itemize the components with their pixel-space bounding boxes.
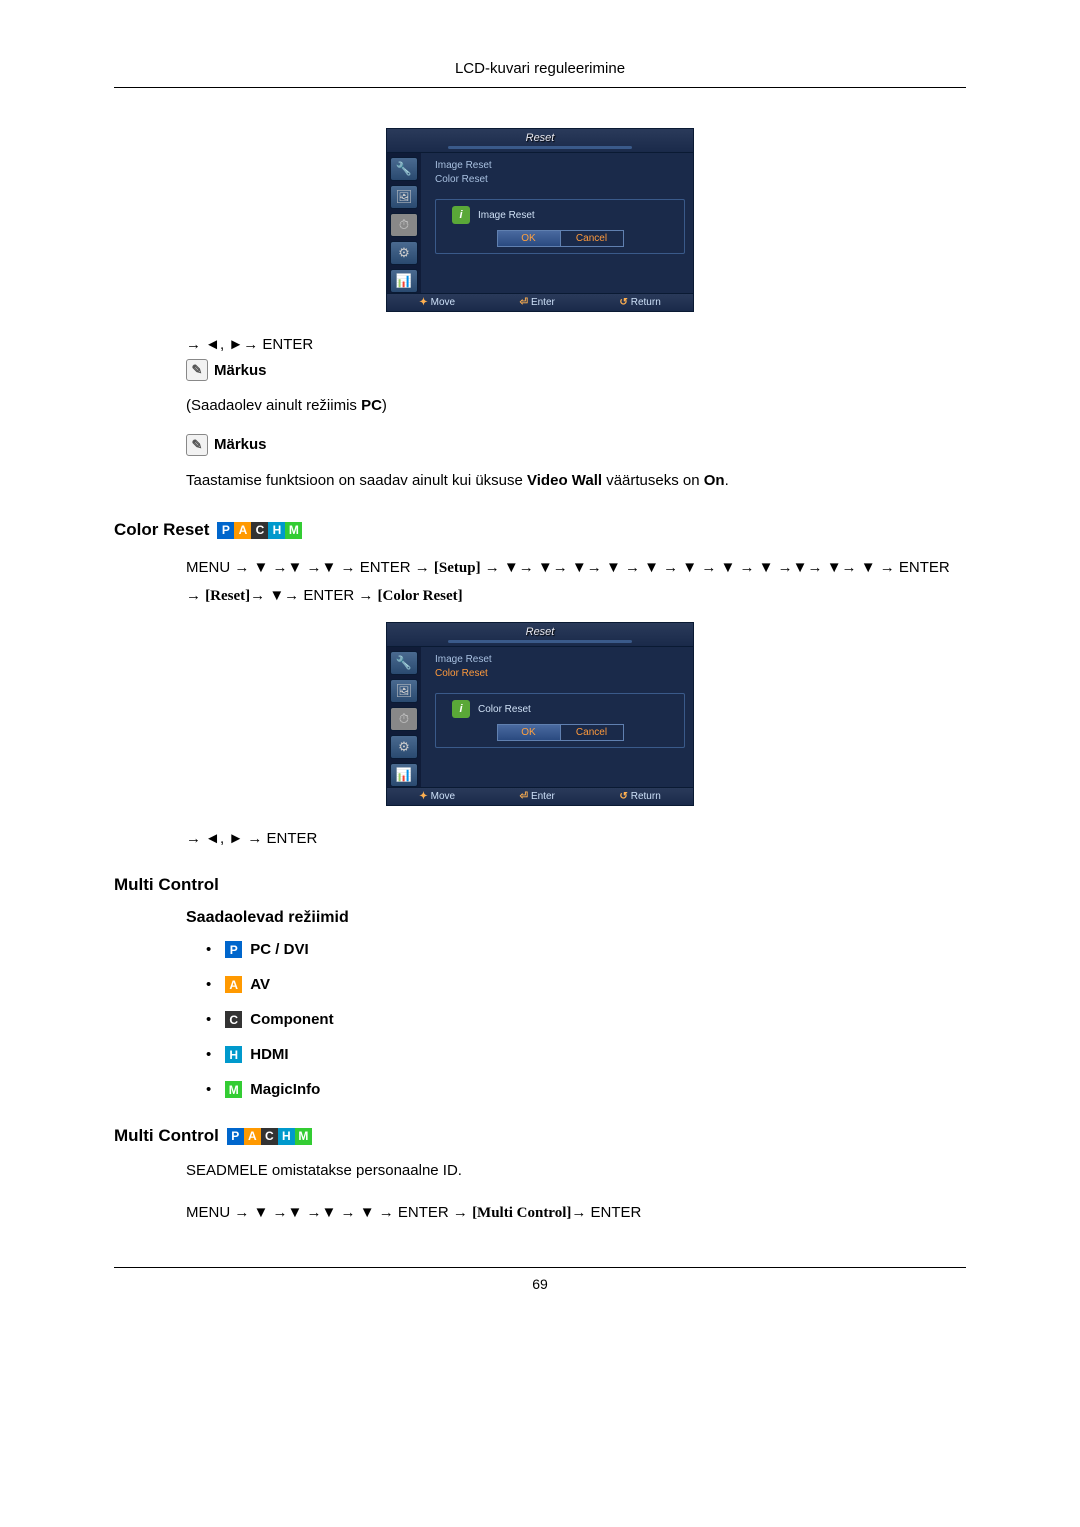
osd-footer: ✦Move ⏎Enter ↺Return xyxy=(387,293,693,311)
section-heading-color-reset: Color Reset P A C H M xyxy=(114,520,966,540)
osd-cancel-button: Cancel xyxy=(561,230,624,247)
osd-icon-input: 🔧 xyxy=(390,651,418,675)
osd-cancel-button: Cancel xyxy=(561,724,624,741)
footer-rule xyxy=(114,1267,966,1268)
osd-dialog: i Image Reset OK Cancel xyxy=(435,199,685,254)
badge-p-icon: P xyxy=(225,941,242,958)
note-icon: ✎ xyxy=(186,434,208,456)
section-heading-multi-control-2: Multi Control P A C H M xyxy=(114,1126,966,1146)
osd-sidebar: 🔧 🖼 ⏱ ⚙ 📊 xyxy=(387,153,421,293)
note-row: ✎ Märkus xyxy=(186,434,966,456)
badge-p-icon: P xyxy=(227,1128,244,1145)
osd-ok-button: OK xyxy=(497,230,561,247)
osd-dialog-label: Image Reset xyxy=(478,210,535,221)
page-header-title: LCD-kuvari reguleerimine xyxy=(114,60,966,87)
badge-p-icon: P xyxy=(217,522,234,539)
osd-footer: ✦Move ⏎Enter ↺Return xyxy=(387,787,693,805)
badge-c-icon: C xyxy=(251,522,268,539)
osd-icon-picture: 🖼 xyxy=(390,185,418,209)
mode-item-magicinfo: MMagicInfo xyxy=(206,1081,966,1098)
badge-m-icon: M xyxy=(225,1081,242,1098)
osd-screenshot-reset-image: Reset 🔧 🖼 ⏱ ⚙ 📊 Image Reset Color Reset … xyxy=(386,128,694,312)
mode-item-av: AAV xyxy=(206,976,966,993)
osd-icon-multi: 📊 xyxy=(390,763,418,787)
badge-h-icon: H xyxy=(225,1046,242,1063)
mode-badges: P A C H M xyxy=(217,522,302,539)
mode-item-pc: PPC / DVI xyxy=(206,941,966,958)
page-number: 69 xyxy=(114,1276,966,1292)
paragraph: (Saadaolev ainult režiimis PC) xyxy=(186,395,966,418)
mode-badges: P A C H M xyxy=(227,1128,312,1145)
badge-c-icon: C xyxy=(225,1011,242,1028)
osd-icon-setup: ⚙ xyxy=(390,735,418,759)
osd-menu-item: Color Reset xyxy=(435,173,685,187)
osd-title: Reset xyxy=(387,623,693,647)
osd-ok-button: OK xyxy=(497,724,561,741)
osd-menu-item: Image Reset xyxy=(435,653,685,667)
osd-menu-item-selected: Color Reset xyxy=(435,667,685,681)
badge-h-icon: H xyxy=(268,522,285,539)
section-heading-multi-control: Multi Control xyxy=(114,875,966,895)
page: LCD-kuvari reguleerimine Reset 🔧 🖼 ⏱ ⚙ 📊… xyxy=(0,0,1080,1342)
header-rule xyxy=(114,87,966,88)
paragraph: Taastamise funktsioon on saadav ainult k… xyxy=(186,470,966,493)
modes-list: PPC / DVI AAV CComponent HHDMI MMagicInf… xyxy=(206,941,966,1098)
osd-dialog: i Color Reset OK Cancel xyxy=(435,693,685,748)
osd-icon-sound: ⏱ xyxy=(390,213,418,237)
note-icon: ✎ xyxy=(186,359,208,381)
badge-c-icon: C xyxy=(261,1128,278,1145)
mode-item-hdmi: HHDMI xyxy=(206,1046,966,1063)
nav-instruction: → ◄, ►→ ENTER xyxy=(186,336,966,353)
nav-instruction: → ◄, ► → ENTER xyxy=(186,830,966,847)
osd-dialog-label: Color Reset xyxy=(478,704,531,715)
osd-title: Reset xyxy=(387,129,693,153)
osd-icon-input: 🔧 xyxy=(390,157,418,181)
info-icon: i xyxy=(452,206,470,224)
mode-item-component: CComponent xyxy=(206,1011,966,1028)
note-label: Märkus xyxy=(214,362,267,379)
badge-a-icon: A xyxy=(225,976,242,993)
paragraph: SEADMELE omistatakse personaalne ID. xyxy=(186,1160,966,1183)
osd-screenshot-reset-color: Reset 🔧 🖼 ⏱ ⚙ 📊 Image Reset Color Reset … xyxy=(386,622,694,806)
badge-m-icon: M xyxy=(295,1128,312,1145)
osd-icon-multi: 📊 xyxy=(390,269,418,293)
osd-icon-setup: ⚙ xyxy=(390,241,418,265)
note-label: Märkus xyxy=(214,436,267,453)
menu-path: MENU → ▼ →▼ →▼ → ▼ → ENTER → [Multi Cont… xyxy=(186,1199,966,1227)
osd-menu-item: Image Reset xyxy=(435,159,685,173)
badge-h-icon: H xyxy=(278,1128,295,1145)
badge-a-icon: A xyxy=(244,1128,261,1145)
subheading-modes: Saadaolevad režiimid xyxy=(186,909,966,927)
badge-a-icon: A xyxy=(234,522,251,539)
badge-m-icon: M xyxy=(285,522,302,539)
info-icon: i xyxy=(452,700,470,718)
osd-icon-sound: ⏱ xyxy=(390,707,418,731)
note-row: ✎ Märkus xyxy=(186,359,966,381)
menu-path: MENU → ▼ →▼ →▼ → ENTER → [Setup] → ▼→ ▼→… xyxy=(186,554,966,610)
osd-sidebar: 🔧 🖼 ⏱ ⚙ 📊 xyxy=(387,647,421,787)
osd-icon-picture: 🖼 xyxy=(390,679,418,703)
